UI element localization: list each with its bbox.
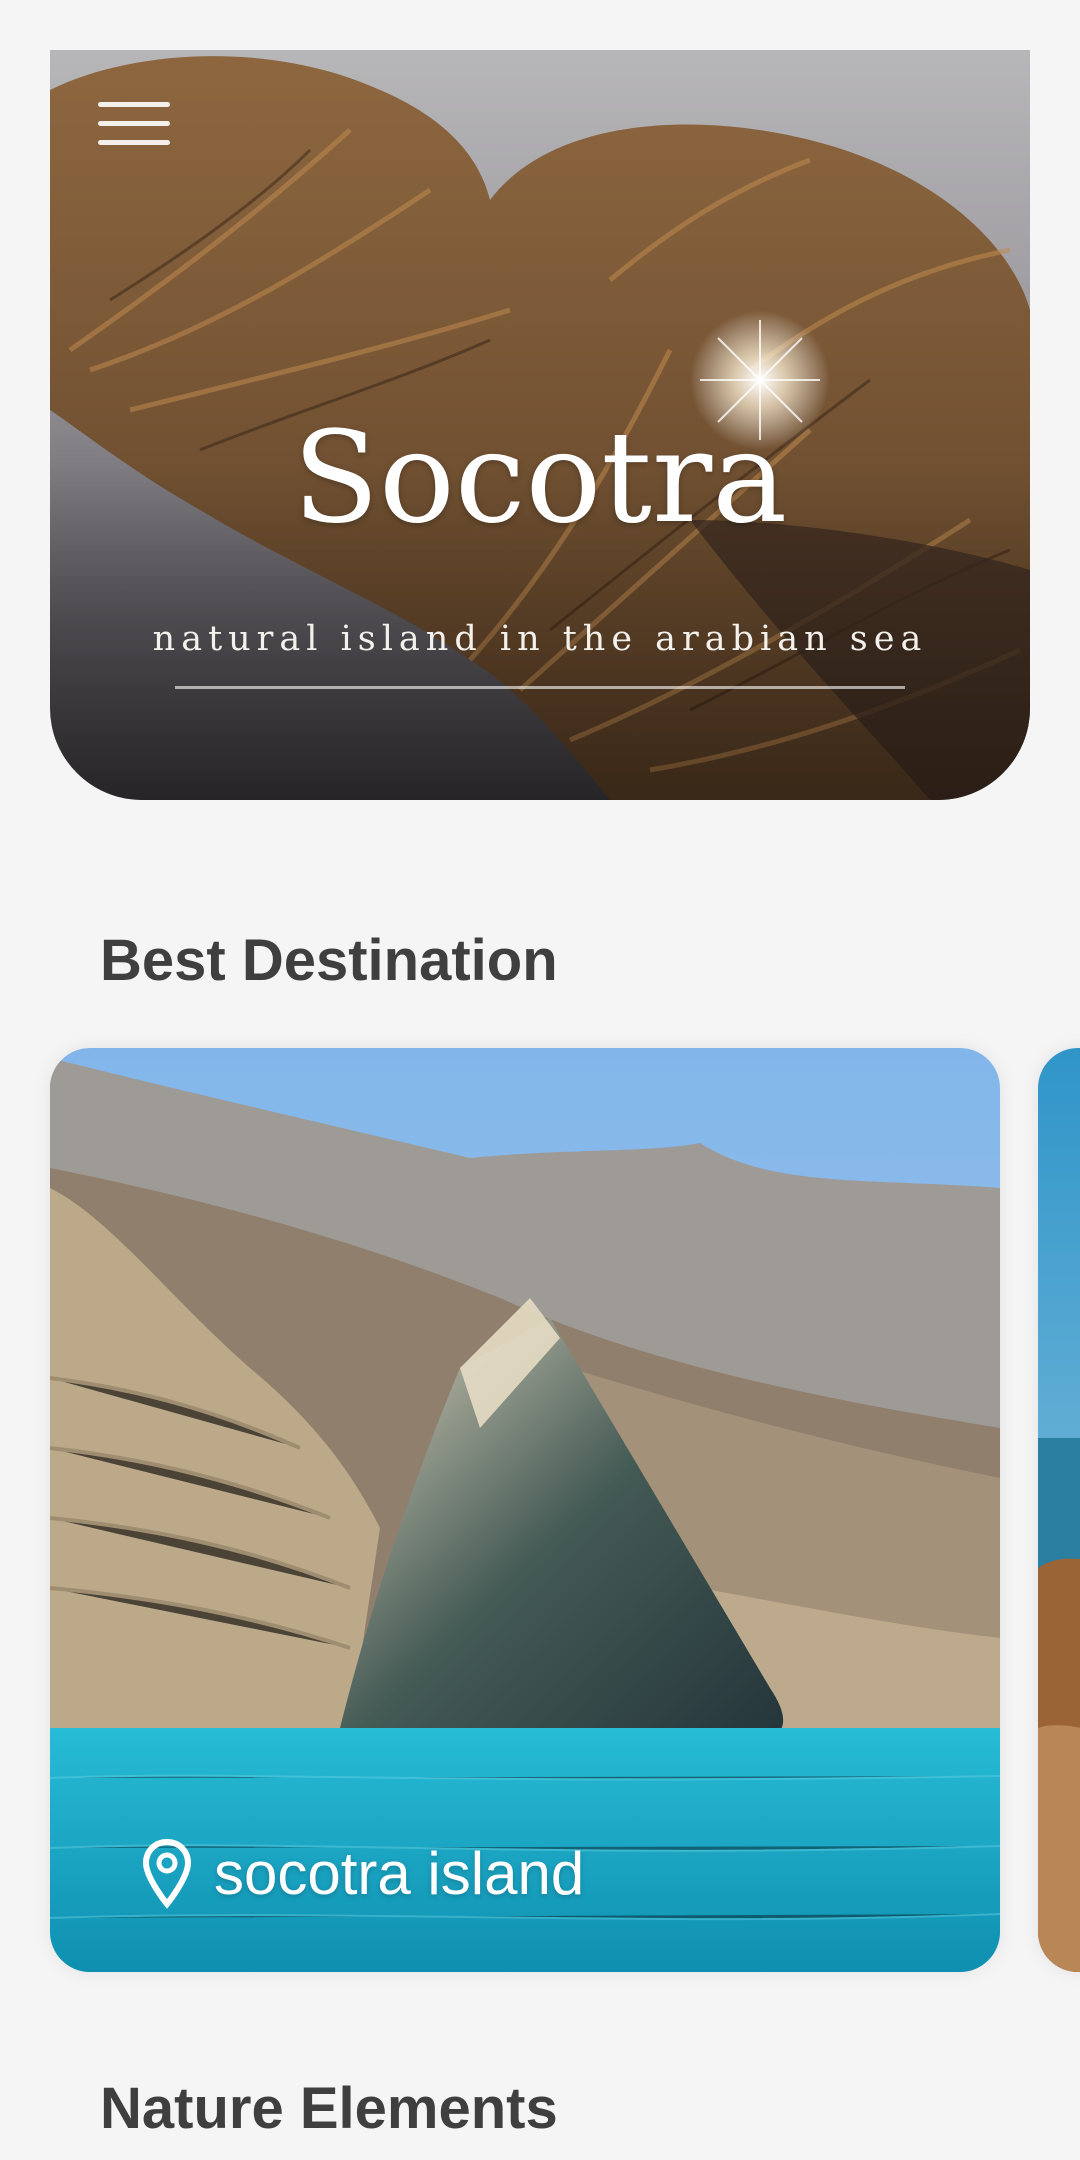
socotra-island-rock-image (50, 1048, 1000, 1972)
location-pin-icon (142, 1838, 192, 1909)
card-location-text: socotra island (214, 1840, 585, 1907)
next-destination-image (1038, 1048, 1080, 1972)
destination-card-next[interactable] (1038, 1048, 1080, 1972)
section-title-best-destination: Best Destination (100, 928, 558, 993)
hero-title: Socotra (292, 404, 788, 551)
hero-banner: Socotra natural island in the arabian se… (50, 50, 1030, 800)
screen: Socotra natural island in the arabian se… (0, 0, 1080, 2160)
card-location-label: socotra island (140, 1838, 584, 1910)
hero-divider (175, 686, 905, 689)
section-title-nature-elements: Nature Elements (100, 2076, 558, 2141)
hero-subtitle: natural island in the arabian sea (152, 619, 928, 659)
destination-card-socotra-island[interactable]: socotra island (50, 1048, 1000, 1972)
hamburger-menu-icon[interactable] (98, 102, 172, 150)
